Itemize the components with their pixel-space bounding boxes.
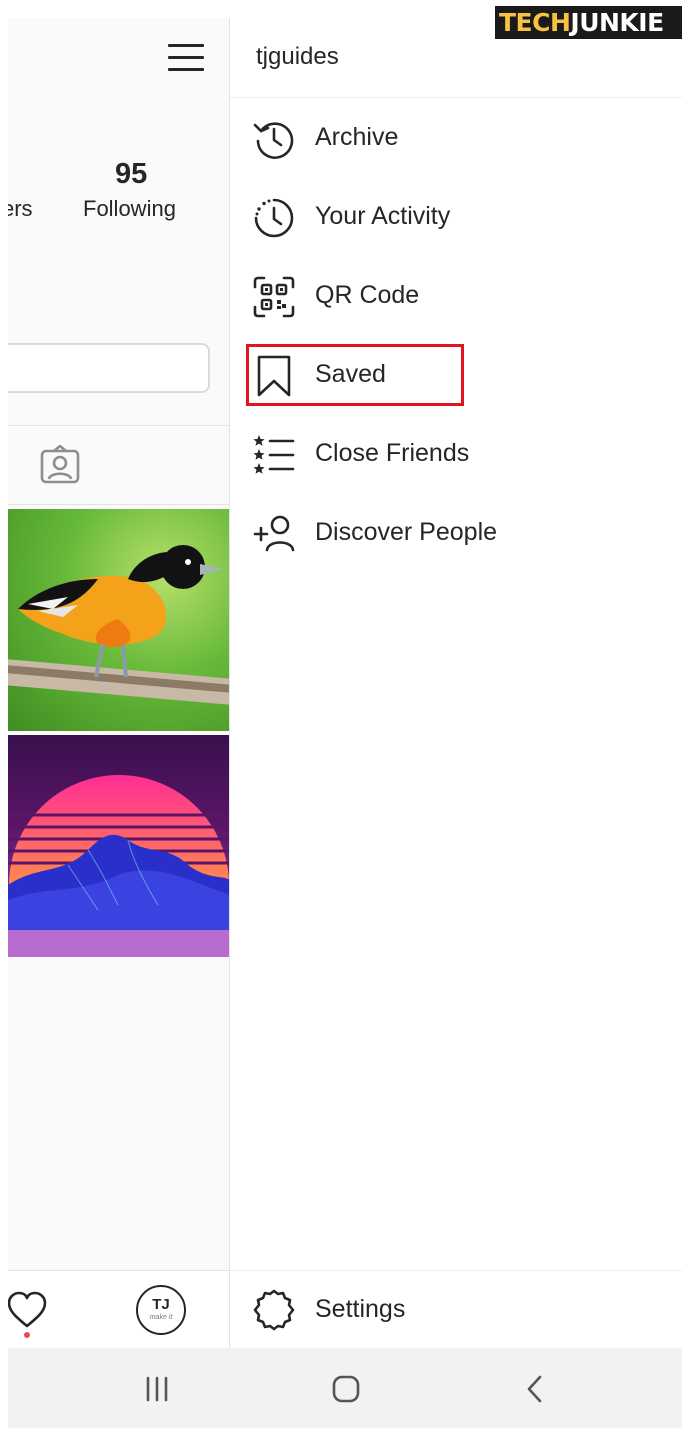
menu-item-discover-people-label: Discover People (315, 518, 498, 546)
menu-item-qr-code[interactable]: QR Code (230, 261, 682, 331)
back-icon[interactable] (518, 1372, 552, 1406)
post-thumbnail-sunset[interactable] (8, 735, 229, 957)
menu-item-your-activity-label: Your Activity (315, 202, 451, 230)
app-frame: ers 95 Following (8, 18, 682, 1428)
menu-icon[interactable] (168, 40, 204, 74)
logo-part-tech: TECH (499, 8, 571, 37)
menu-item-close-friends[interactable]: Close Friends (230, 419, 682, 489)
recents-icon[interactable] (140, 1372, 174, 1406)
menu-item-archive-label: Archive (315, 123, 399, 151)
edit-profile-button[interactable] (8, 343, 210, 393)
activity-icon (254, 198, 294, 238)
profile-tabs (8, 425, 229, 505)
tagged-posts-icon[interactable] (40, 445, 80, 485)
notification-dot (24, 1332, 30, 1338)
logo-part-junkie: JUNKIE (570, 8, 664, 37)
following-count[interactable]: 95 (115, 158, 147, 191)
menu-item-settings-label: Settings (315, 1295, 406, 1323)
avatar-initials: TJ (152, 1296, 170, 1313)
side-menu: tjguides Archive Your Activity QR Code S… (230, 18, 682, 1348)
followers-label[interactable]: ers (8, 196, 33, 222)
profile-page: ers 95 Following (8, 18, 230, 1348)
system-navigation-bar (8, 1348, 682, 1428)
archive-icon (253, 122, 294, 159)
menu-username: tjguides (256, 43, 339, 70)
avatar-tagline: make it (149, 1314, 173, 1321)
avatar[interactable]: TJ make it (136, 1285, 186, 1335)
menu-item-qr-code-label: QR Code (315, 281, 420, 309)
close-friends-icon (253, 435, 295, 474)
techjunkie-logo: TECHJUNKIE (495, 6, 682, 39)
menu-item-settings[interactable]: Settings (230, 1270, 682, 1348)
menu-item-your-activity[interactable]: Your Activity (230, 182, 682, 252)
saved-highlight-box (246, 344, 464, 406)
following-label[interactable]: Following (83, 196, 176, 222)
gear-icon (253, 1289, 295, 1331)
home-icon[interactable] (329, 1372, 363, 1406)
add-person-icon (253, 515, 295, 552)
post-thumbnail-bird[interactable] (8, 509, 229, 731)
menu-item-discover-people[interactable]: Discover People (230, 498, 682, 568)
heart-icon[interactable] (8, 1291, 48, 1329)
menu-item-close-friends-label: Close Friends (315, 439, 470, 467)
menu-item-archive[interactable]: Archive (230, 103, 682, 173)
bottom-nav-bar: TJ make it (8, 1270, 229, 1348)
qr-code-icon (253, 276, 295, 318)
